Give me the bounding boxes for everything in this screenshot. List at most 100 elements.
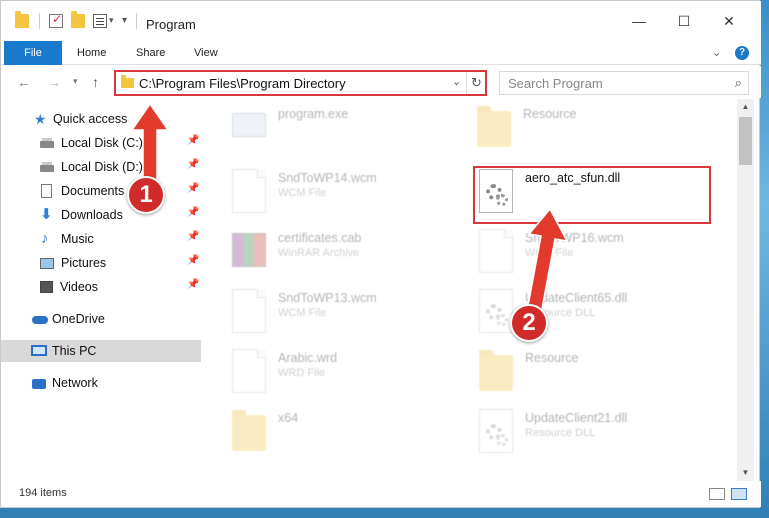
folder-icon: [477, 106, 511, 147]
pin-icon: 📌: [187, 231, 200, 242]
document-icon: [41, 184, 52, 198]
exe-icon: [232, 113, 266, 137]
maximize-button[interactable]: ☐: [674, 13, 694, 29]
properties-check-icon[interactable]: [49, 12, 63, 28]
list-item[interactable]: SndToWP13.wcm WCM File: [232, 285, 472, 339]
file-name: SndToWP14.wcm: [278, 171, 377, 185]
list-item[interactable]: x64: [232, 405, 472, 459]
file-name: Resource: [525, 351, 579, 365]
window-title: Program: [146, 17, 196, 32]
tab-home[interactable]: Home: [77, 41, 106, 65]
folder-icon: [232, 410, 266, 451]
picture-icon: [40, 258, 54, 269]
chevron-down-icon[interactable]: ⌄: [452, 75, 461, 88]
file-type: Resource DLL: [525, 427, 596, 439]
disk-icon: [40, 138, 54, 148]
sidebar-item-label: This PC: [52, 344, 97, 358]
film-icon: [40, 281, 53, 293]
sidebar-item-this-pc[interactable]: This PC: [1, 340, 201, 362]
list-item[interactable]: certificates.cab WinRAR Archive: [232, 225, 472, 279]
file-name: x64: [278, 411, 299, 425]
sidebar-item-music[interactable]: ♪ Music 📌: [1, 228, 201, 250]
minimize-button[interactable]: —: [629, 13, 649, 29]
address-bar[interactable]: C:\Program Files\Program Directory ⌄ ↻: [114, 70, 487, 96]
list-item[interactable]: Resource: [479, 345, 719, 399]
scroll-thumb[interactable]: [739, 117, 752, 165]
file-list: program.exe Resource SndToWP14.wcm WCM F…: [204, 99, 737, 479]
tab-view[interactable]: View: [194, 41, 218, 65]
step-badge-1: 1: [127, 176, 165, 214]
file-type: WRD File: [278, 367, 326, 379]
vertical-scrollbar[interactable]: ▲ ▼: [737, 99, 754, 481]
search-input[interactable]: Search Program ⌕: [499, 71, 749, 95]
file-name: certificates.cab: [278, 231, 362, 245]
dll-icon: [479, 409, 513, 453]
details-view-icon[interactable]: [709, 488, 725, 500]
forward-arrow-icon[interactable]: →: [47, 74, 61, 90]
file-icon: [232, 169, 266, 213]
file-icon: [232, 349, 266, 393]
chevron-down-icon[interactable]: ▾: [109, 15, 114, 26]
pin-icon: 📌: [187, 279, 200, 290]
search-icon[interactable]: ⌕: [735, 75, 742, 91]
file-type: WCM File: [278, 307, 327, 319]
sidebar-item-videos[interactable]: Videos 📌: [1, 276, 201, 298]
star-icon: ★: [34, 111, 47, 127]
new-folder-icon[interactable]: [71, 11, 85, 28]
up-arrow-icon[interactable]: ↑: [92, 74, 99, 90]
sidebar-item-label: OneDrive: [52, 312, 105, 326]
file-type: WCM File: [278, 187, 327, 199]
expand-ribbon-icon[interactable]: ⌄: [712, 46, 721, 59]
tab-file[interactable]: File: [4, 41, 62, 65]
recent-dropdown-icon[interactable]: ▾: [73, 76, 78, 87]
sidebar-item-label: Documents: [61, 184, 125, 198]
list-item[interactable]: Arabic.wrd WRD File: [232, 345, 472, 399]
explorer-window: ▾ ▾ Program — ☐ ✕ File Home Share View ⌄…: [0, 0, 761, 508]
list-item[interactable]: SndToWP14.wcm WCM File: [232, 165, 472, 219]
disk-icon: [40, 162, 54, 172]
list-item[interactable]: program.exe: [232, 101, 472, 155]
download-arrow-icon: ⬇: [40, 206, 53, 223]
item-count: 194 items: [19, 487, 67, 499]
rar-icon: [232, 233, 266, 267]
sidebar-item-onedrive[interactable]: OneDrive: [1, 308, 201, 330]
network-icon: [32, 379, 46, 389]
sidebar-item-label: Music: [61, 232, 94, 246]
file-name: Arabic.wrd: [278, 351, 338, 365]
pin-icon: 📌: [187, 183, 200, 194]
file-icon: [232, 289, 266, 333]
music-note-icon: ♪: [41, 230, 49, 247]
address-path[interactable]: C:\Program Files\Program Directory: [139, 76, 346, 91]
pin-icon: 📌: [187, 135, 200, 146]
help-icon[interactable]: ?: [735, 46, 749, 60]
file-name: UpdateClient21.dll: [525, 411, 628, 425]
computer-icon: [31, 345, 47, 356]
sidebar-item-pictures[interactable]: Pictures 📌: [1, 252, 201, 274]
large-icons-view-icon[interactable]: [731, 488, 747, 500]
list-item[interactable]: Resource: [477, 101, 717, 155]
address-row: ← → ▾ ↑ C:\Program Files\Program Directo…: [1, 66, 761, 98]
scroll-up-icon[interactable]: ▲: [737, 99, 754, 115]
scroll-down-icon[interactable]: ▼: [737, 465, 754, 481]
status-bar: 194 items: [1, 481, 761, 507]
list-item[interactable]: UpdateClient21.dll Resource DLL: [479, 405, 719, 459]
back-arrow-icon[interactable]: ←: [17, 74, 31, 90]
file-type: WinRAR Archive: [278, 247, 360, 259]
qa-dropdown-icon[interactable]: ▾: [122, 15, 127, 26]
customize-icon[interactable]: [93, 14, 107, 28]
sidebar-item-network[interactable]: Network: [1, 372, 201, 394]
folder-icon: [479, 350, 513, 391]
tab-share[interactable]: Share: [136, 41, 165, 65]
divider: [39, 13, 40, 29]
close-button[interactable]: ✕: [719, 13, 739, 29]
file-name: SndToWP13.wcm: [278, 291, 377, 305]
sidebar-item-label: Pictures: [61, 256, 107, 270]
refresh-icon[interactable]: ↻: [466, 72, 486, 94]
search-placeholder: Search Program: [508, 76, 603, 91]
ribbon-tabs: File Home Share View ⌄ ?: [1, 41, 761, 65]
title-bar: ▾ ▾ Program — ☐ ✕: [1, 1, 761, 41]
sidebar-item-label: Network: [52, 376, 98, 390]
file-name: program.exe: [278, 107, 349, 121]
folder-icon: [15, 11, 29, 28]
pin-icon: 📌: [187, 255, 200, 266]
